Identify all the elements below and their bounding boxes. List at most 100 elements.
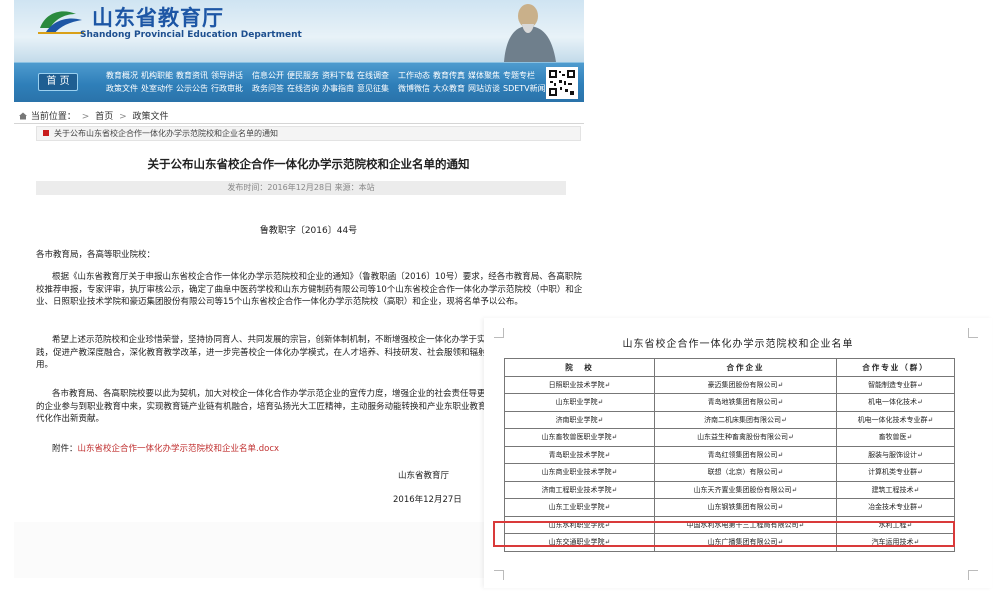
signature-date: 2016年12月27日: [393, 495, 462, 505]
nav-link[interactable]: 教育传真: [433, 71, 465, 80]
school-enterprise-table: 院 校 合作企业 合作专业（群） 日照职业技术学院↵ 豪迈集团股份有限公司↵ 智能制…: [504, 358, 955, 552]
table-row: 山东交通职业学院↵ 山东广播集团有限公司↵ 汽车运用技术↵: [504, 533, 955, 552]
nav-link[interactable]: 意见征集: [357, 84, 389, 93]
cell-school: 山东畜牧兽医职业学院↵: [504, 428, 655, 447]
notice-text[interactable]: 关于公布山东省校企合作一体化办学示范院校和企业名单的通知: [54, 129, 278, 138]
cell-enterprise: 山东天齐置业集团股份有限公司↵: [654, 480, 837, 499]
nav-link[interactable]: SDETV新闻: [503, 84, 546, 93]
table-row: 青岛职业技术学院↵ 青岛红领集团有限公司↵ 服装与服饰设计↵: [504, 445, 955, 464]
nav-link[interactable]: 网站访谈: [468, 84, 500, 93]
table-row: 山东工业职业学院↵ 山东钢铁集团有限公司↵ 冶金技术专业群↵: [504, 498, 955, 517]
nav-link[interactable]: 大众教育: [433, 84, 465, 93]
article-title: 关于公布山东省校企合作一体化办学示范院校和企业名单的通知: [147, 157, 470, 171]
salutation: 各市教育局，各高等职业院校：: [36, 250, 156, 260]
nav-group-1: 教育概况 机构职能 教育资讯 领导讲话 政策文件 处室动作 公示公告 行政审批: [106, 69, 246, 95]
page-bottom-area: [14, 522, 504, 578]
nav-link[interactable]: 公示公告: [176, 84, 208, 93]
nav-link[interactable]: 便民服务: [287, 71, 319, 80]
nav-link[interactable]: 教育资讯: [176, 71, 208, 80]
cell-major: 机电一体化技术专业群↵: [836, 410, 955, 429]
cell-major: 机电一体化技术↵: [836, 393, 955, 412]
table-row: 山东职业学院↵ 青岛地铁集团有限公司↵ 机电一体化技术↵: [504, 393, 955, 412]
qr-code-icon[interactable]: [546, 67, 578, 99]
nav-link[interactable]: 机构职能: [141, 71, 173, 80]
cell-enterprise: 联想（北京）有限公司↵: [654, 463, 837, 482]
nav-link[interactable]: 教育概况: [106, 71, 138, 80]
page-corner-mark: [968, 570, 978, 580]
breadcrumb-home-link[interactable]: 首页: [95, 112, 113, 122]
signature-organization: 山东省教育厅: [398, 471, 450, 481]
paragraph-1: 根据《山东省教育厅关于申报山东省校企合作一体化办学示范院校和企业的通知》（鲁教职…: [36, 272, 583, 307]
page-corner-mark: [494, 570, 504, 580]
breadcrumb-separator: >: [81, 112, 90, 122]
home-nav-button[interactable]: 首 页: [38, 73, 78, 91]
home-icon: [19, 112, 27, 120]
attachment-label: 附件：: [52, 444, 78, 454]
cell-major: 服装与服饰设计↵: [836, 445, 955, 464]
table-row: 济南职业学院↵ 济南二机床集团有限公司↵ 机电一体化技术专业群↵: [504, 410, 955, 429]
table-title: 山东省校企合作一体化办学示范院校和企业名单: [622, 339, 854, 350]
nav-link[interactable]: 信息公开: [252, 71, 284, 80]
nav-link[interactable]: 专题专栏: [503, 71, 535, 80]
divider: [14, 123, 584, 124]
cell-enterprise: 济南二机床集团有限公司↵: [654, 410, 837, 429]
article-meta: 发布时间：2016年12月28日 来源：本站: [36, 181, 566, 195]
cell-school: 青岛职业技术学院↵: [504, 445, 655, 464]
attachment-link[interactable]: 山东省校企合作一体化办学示范院校和企业名单.docx: [78, 444, 280, 454]
cell-school: 济南工程职业技术学院↵: [504, 480, 655, 499]
breadcrumb-prefix: 当前位置：: [30, 112, 76, 122]
nav-link[interactable]: 在线咨询: [287, 84, 319, 93]
cell-school: 山东工业职业学院↵: [504, 498, 655, 517]
cell-school: 山东交通职业学院↵: [504, 533, 655, 552]
nav-group-2: 信息公开 便民服务 资料下载 在线调查 政务问答 在线咨询 办事指南 意见征集: [252, 69, 392, 95]
breadcrumb-current[interactable]: 政策文件: [133, 112, 169, 122]
table-row: 日照职业技术学院↵ 豪迈集团股份有限公司↵ 智能制造专业群↵: [504, 375, 955, 394]
cell-school: 日照职业技术学院↵: [504, 375, 655, 394]
cell-major: 畜牧兽医↵: [836, 428, 955, 447]
cell-enterprise: 山东广播集团有限公司↵: [654, 533, 837, 552]
notice-bar: 关于公布山东省校企合作一体化办学示范院校和企业名单的通知: [36, 126, 581, 141]
cell-enterprise: 豪迈集团股份有限公司↵: [654, 375, 837, 394]
cell-school: 山东水利职业学院↵: [504, 515, 655, 534]
nav-link[interactable]: 政策文件: [106, 84, 138, 93]
nav-link[interactable]: 工作动态: [398, 71, 430, 80]
cell-school: 济南职业学院↵: [504, 410, 655, 429]
nav-link[interactable]: 处室动作: [141, 84, 173, 93]
cell-major: 冶金技术专业群↵: [836, 498, 955, 517]
nav-group-3: 工作动态 教育传真 媒体聚焦 专题专栏 微博微信 大众教育 网站访谈 SDETV新闻: [398, 69, 549, 95]
breadcrumb: 当前位置： > 首页 > 政策文件: [18, 109, 169, 123]
table-row: 济南工程职业技术学院↵ 山东天齐置业集团股份有限公司↵ 建筑工程技术↵: [504, 480, 955, 499]
main-navigation: 首 页 教育概况 机构职能 教育资讯 领导讲话 政策文件 处室动作 公示公告 行政审批 信息…: [14, 62, 584, 102]
cell-enterprise: 青岛红领集团有限公司↵: [654, 445, 837, 464]
nav-link[interactable]: 在线调查: [357, 71, 389, 80]
table-row: 山东商业职业技术学院↵ 联想（北京）有限公司↵ 计算机类专业群↵: [504, 463, 955, 482]
bullet-icon: [43, 130, 49, 136]
nav-link[interactable]: 资料下载: [322, 71, 354, 80]
table-header-row: 院 校 合作企业 合作专业（群）: [504, 358, 955, 377]
ministry-logo-icon: [38, 11, 84, 34]
cell-major: 汽车运用技术↵: [836, 533, 955, 552]
cell-enterprise: 中国水利水电第十三工程局有限公司↵: [654, 515, 837, 534]
header-banner: 山东省教育厅 Shandong Provincial Education Dep…: [14, 0, 584, 62]
nav-link[interactable]: 领导讲话: [211, 71, 243, 80]
cell-enterprise: 青岛地铁集团有限公司↵: [654, 393, 837, 412]
table-row: 山东水利职业学院↵ 中国水利水电第十三工程局有限公司↵ 水利工程↵: [504, 515, 955, 534]
nav-link[interactable]: 行政审批: [211, 84, 243, 93]
column-header-school: 院 校: [504, 358, 655, 377]
statue-figure-icon: [504, 4, 556, 62]
site-name-english: Shandong Provincial Education Department: [80, 30, 302, 40]
nav-link[interactable]: 政务问答: [252, 84, 284, 93]
column-header-enterprise: 合作企业: [654, 358, 837, 377]
site-name[interactable]: 山东省教育厅: [92, 2, 224, 32]
document-number: 鲁教职字〔2016〕44号: [259, 226, 358, 236]
nav-link[interactable]: 微博微信: [398, 84, 430, 93]
table-body: 日照职业技术学院↵ 豪迈集团股份有限公司↵ 智能制造专业群↵ 山东职业学院↵ 青岛地铁集…: [504, 375, 955, 552]
cell-school: 山东商业职业技术学院↵: [504, 463, 655, 482]
paragraph-2: 希望上述示范院校和企业珍惜荣誉，坚持协同育人、共同发展的宗旨，创新体制机制，不断…: [36, 335, 496, 370]
cell-school: 山东职业学院↵: [504, 393, 655, 412]
nav-link[interactable]: 办事指南: [322, 84, 354, 93]
paragraph-3: 各市教育局、各高职院校要以此为契机，加大对校企一体化合作办学示范企业的宣传力度，…: [36, 389, 496, 424]
nav-link[interactable]: 媒体聚焦: [468, 71, 500, 80]
cell-major: 建筑工程技术↵: [836, 480, 955, 499]
column-header-major: 合作专业（群）: [836, 358, 955, 377]
